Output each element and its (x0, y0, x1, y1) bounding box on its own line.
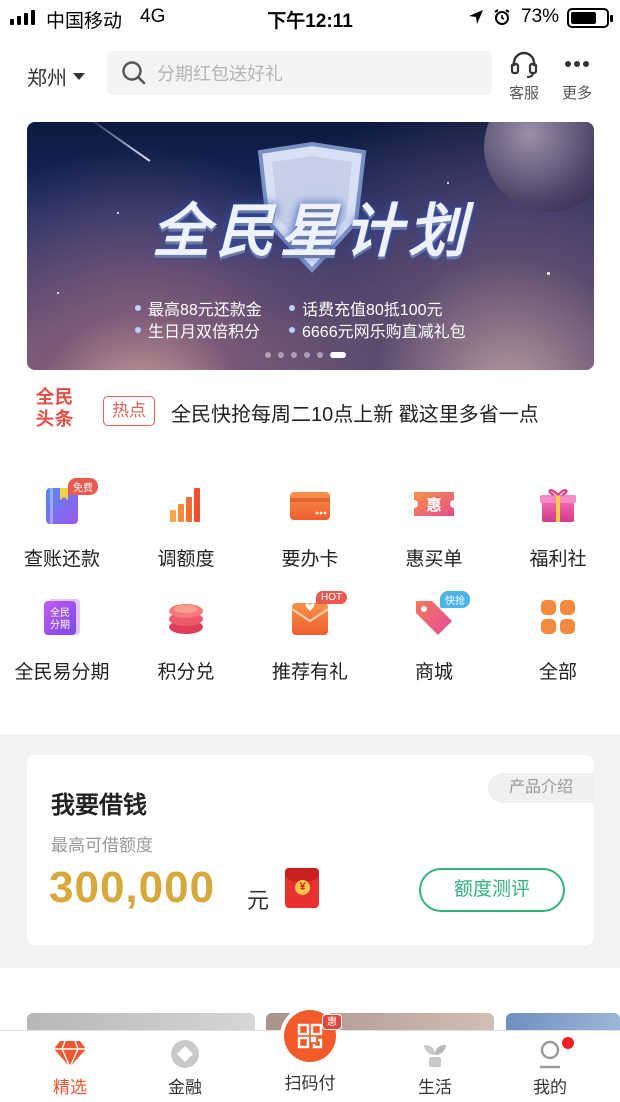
loan-card[interactable]: 产品介绍 我要借钱 最高可借额度 300,000 元 ¥ 额度测评 (27, 755, 594, 945)
city-name: 郑州 (27, 68, 67, 90)
limit-evaluation-button[interactable]: 额度测评 (419, 868, 565, 912)
more-label: 更多 (561, 85, 592, 102)
svg-text:分期: 分期 (50, 619, 70, 631)
top-header: 郑州 分期红包送好礼 客服 更多 (0, 44, 620, 104)
tab-label: 精选 (53, 1078, 87, 1097)
service-label: 全民易分期 (14, 662, 110, 683)
service-label: 商城 (414, 662, 453, 683)
location-arrow-icon (469, 10, 483, 24)
hot-tag: 热点 (103, 396, 155, 426)
tab-label: 扫码付 (284, 1074, 336, 1093)
gift-box-icon (540, 489, 576, 522)
status-bar: 中国移动 4G 下午12:11 73% (0, 0, 620, 36)
free-badge: 免费 (68, 478, 98, 495)
finance-icon (171, 1040, 199, 1068)
carousel-dot[interactable] (330, 352, 346, 358)
carousel-dot[interactable] (317, 352, 323, 358)
carousel-dot[interactable] (278, 352, 284, 358)
battery-percent: 73% (521, 6, 560, 27)
battery-icon (567, 8, 613, 28)
banner-feature: 生日月双倍积分 (135, 318, 260, 342)
tab-featured[interactable]: 精选 (20, 1039, 120, 1098)
product-intro-button[interactable]: 产品介绍 (488, 773, 594, 803)
service-label: 客服 (508, 85, 539, 102)
service-item-mall[interactable]: 快抢 商城 (372, 591, 496, 684)
customer-service-button[interactable]: 客服 (499, 50, 549, 103)
service-label: 全部 (538, 662, 577, 683)
service-label: 调额度 (157, 549, 215, 570)
banner-feature: 话费充值80抵100元 (289, 296, 443, 320)
city-selector[interactable]: 郑州 (27, 62, 85, 91)
banner-title: 全民星计划 (151, 199, 472, 264)
plant-icon (424, 1045, 446, 1067)
banner-feature: 最高88元还款金 (135, 296, 262, 320)
service-label: 推荐有礼 (271, 662, 348, 683)
service-item-installment[interactable]: 全民 分期 全民易分期 (0, 595, 124, 684)
search-bar[interactable]: 分期红包送好礼 (107, 51, 492, 95)
svg-text:全民: 全民 (50, 606, 70, 619)
credit-card-icon (290, 492, 330, 520)
flash-sale-badge: 快抢 (440, 591, 470, 608)
service-item-bill[interactable]: 免费 查账还款 (0, 478, 124, 571)
carousel-dot[interactable] (265, 352, 271, 358)
loan-title: 我要借钱 (51, 792, 147, 819)
search-placeholder: 分期红包送好礼 (157, 64, 283, 84)
service-label: 积分兑 (157, 662, 215, 683)
red-packet-icon: ¥ (285, 868, 319, 908)
service-label: 要办卡 (281, 549, 339, 570)
tab-label: 生活 (418, 1078, 452, 1097)
more-dots-icon (565, 61, 589, 67)
coin-stack-icon (169, 604, 203, 634)
headline-logo: 全民 头条 (36, 387, 74, 429)
hui-glyph: 惠 (426, 496, 441, 514)
tab-mine[interactable]: 我的 (500, 1037, 600, 1098)
headset-icon (510, 51, 538, 78)
service-item-referral[interactable]: HOT 推荐有礼 (248, 591, 372, 684)
all-grid-icon (541, 600, 575, 634)
scan-pay-button[interactable]: 惠 (284, 1010, 342, 1062)
diamond-icon (54, 1040, 86, 1069)
service-item-card[interactable]: 要办卡 (248, 482, 372, 571)
service-label: 惠买单 (405, 549, 463, 570)
carousel-indicator[interactable] (265, 352, 346, 358)
carousel-dot[interactable] (304, 352, 310, 358)
installment-icon: 全民分期 (44, 599, 80, 635)
service-item-points[interactable]: 积分兑 (124, 595, 248, 684)
promo-banner[interactable]: 全民星计划 最高88元还款金 话费充值80抵100元 生日月双倍积分 6666元… (27, 122, 594, 370)
notification-dot (562, 1037, 574, 1049)
carousel-dot[interactable] (291, 352, 297, 358)
hot-badge: HOT (316, 591, 348, 604)
service-item-discount[interactable]: 惠 惠买单 (372, 482, 496, 571)
more-button[interactable]: 更多 (552, 50, 602, 103)
tab-label: 我的 (533, 1078, 567, 1097)
app-screen: 中国移动 4G 下午12:11 73% 郑州 分期红包送好礼 客服 更多 全民星… (0, 0, 620, 1102)
tab-life[interactable]: 生活 (385, 1039, 485, 1098)
tab-scan-pay[interactable]: 扫码付 (260, 1069, 360, 1094)
service-item-welfare[interactable]: 福利社 (496, 482, 620, 571)
headline-bar[interactable]: 全民 头条 热点 全民快抢每周二10点上新 戳这里多省一点 (36, 386, 596, 438)
discount-ticket-icon: 惠 (414, 492, 454, 516)
service-label: 福利社 (529, 549, 587, 570)
headline-text: 全民快抢每周二10点上新 戳这里多省一点 (171, 404, 539, 426)
loan-subtitle: 最高可借额度 (51, 836, 153, 855)
tab-label: 金融 (168, 1078, 202, 1097)
loan-unit: 元 (247, 888, 270, 913)
person-icon (540, 1040, 560, 1069)
service-item-all[interactable]: 全部 (496, 595, 620, 684)
tab-finance[interactable]: 金融 (135, 1039, 235, 1098)
caret-down-icon (73, 73, 85, 80)
search-icon (122, 61, 146, 85)
alarm-clock-icon (494, 9, 510, 25)
service-label: 查账还款 (23, 549, 100, 570)
loan-amount: 300,000 (49, 863, 216, 912)
service-item-limit[interactable]: 调额度 (124, 482, 248, 571)
banner-title-area: 全民星计划 (97, 142, 527, 284)
bar-chart-icon (170, 488, 200, 522)
discount-badge: 惠 (322, 1014, 342, 1030)
banner-feature: 6666元网乐购直减礼包 (289, 318, 466, 342)
